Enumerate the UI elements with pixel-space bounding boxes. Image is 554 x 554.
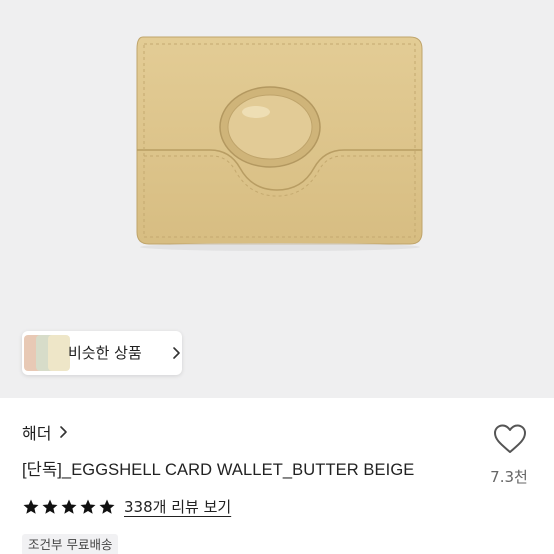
similar-thumbnail	[48, 335, 70, 371]
chevron-right-icon	[60, 426, 68, 438]
chevron-right-icon	[173, 347, 180, 359]
product-image-area[interactable]: 비슷한 상품	[0, 0, 554, 398]
brand-name: 해더	[22, 424, 52, 443]
rating-stars	[22, 498, 116, 516]
brand-link[interactable]: 해더	[22, 420, 68, 444]
heart-outline-icon[interactable]	[492, 423, 528, 455]
similar-products-button[interactable]: 비슷한 상품	[22, 331, 182, 375]
star-icon	[42, 499, 58, 514]
similar-products-label: 비슷한 상품	[68, 344, 142, 362]
star-icon	[61, 499, 77, 514]
star-icon	[23, 499, 39, 514]
rating-row: 338개 리뷰 보기	[22, 496, 231, 517]
reviews-link[interactable]: 338개 리뷰 보기	[124, 496, 231, 517]
similar-thumbnails	[22, 331, 70, 375]
star-icon	[99, 499, 115, 514]
product-title: [단독]_EGGSHELL CARD WALLET_BUTTER BEIGE	[22, 461, 415, 479]
like-count: 7.3천	[490, 468, 528, 486]
shipping-badge: 조건부 무료배송	[22, 534, 119, 554]
star-icon	[80, 499, 96, 514]
